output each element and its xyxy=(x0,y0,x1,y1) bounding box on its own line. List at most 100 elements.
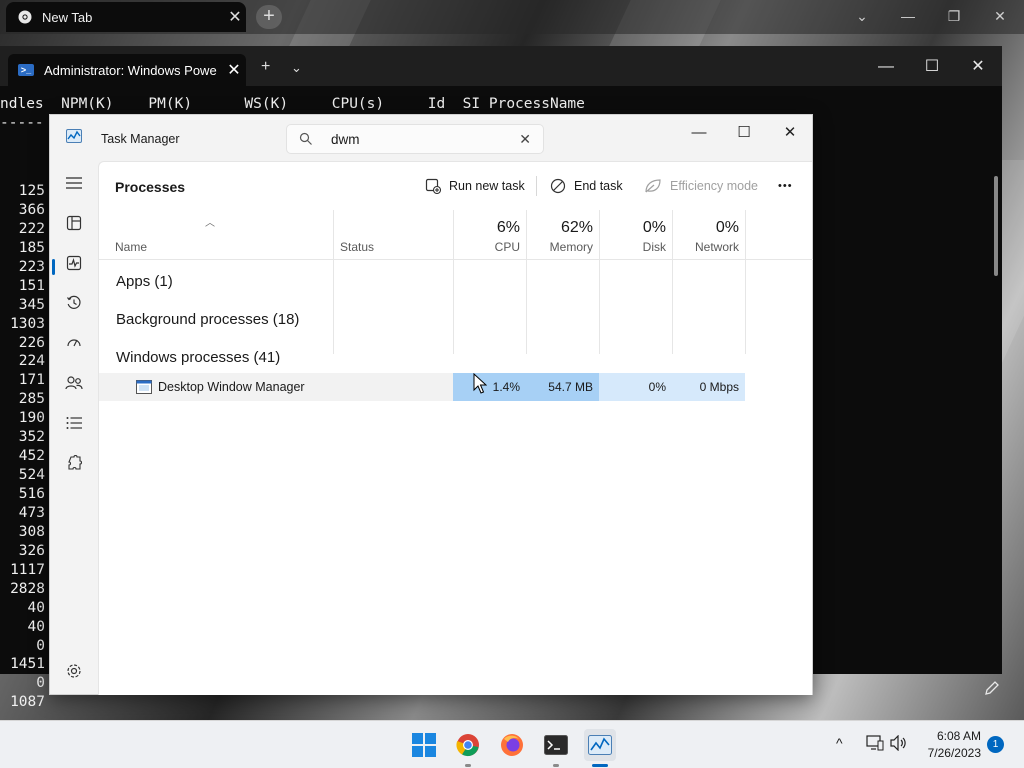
nav-app-history-icon[interactable] xyxy=(58,287,90,319)
efficiency-mode-button[interactable]: Efficiency mode xyxy=(644,174,758,198)
column-header-network-pct[interactable]: 0% xyxy=(672,219,739,237)
terminal-handle-value: 125 xyxy=(18,183,45,199)
efficiency-mode-label: Efficiency mode xyxy=(670,179,759,193)
terminal-handle-value: 524 xyxy=(18,467,45,484)
terminal-icon xyxy=(544,735,568,755)
chrome-minimize-button[interactable]: — xyxy=(888,4,928,28)
page-title: Processes xyxy=(115,179,186,195)
nav-processes-icon[interactable] xyxy=(58,207,90,239)
run-new-task-label: Run new task xyxy=(449,179,525,193)
notification-badge[interactable]: 1 xyxy=(987,736,1004,753)
show-hidden-icons-chevron-icon[interactable]: ^ xyxy=(836,735,843,751)
chrome-tab-close-icon[interactable]: ✕ xyxy=(224,7,246,27)
search-box[interactable]: ✕ xyxy=(286,124,544,154)
terminal-handle-value: 2828 xyxy=(10,580,45,597)
hamburger-menu-icon[interactable] xyxy=(58,167,90,199)
volume-icon[interactable] xyxy=(890,735,908,751)
terminal-handle-value: 516 xyxy=(18,486,45,502)
chrome-running-indicator xyxy=(465,764,471,767)
nav-startup-apps-icon[interactable] xyxy=(58,327,90,359)
taskbar-chrome[interactable] xyxy=(452,729,484,761)
chrome-close-button[interactable]: ✕ xyxy=(980,4,1020,28)
task-manager-icon xyxy=(588,735,612,755)
nav-performance-icon[interactable] xyxy=(58,247,90,279)
terminal-handle-value: 185 xyxy=(18,239,45,256)
terminal-scrollbar[interactable] xyxy=(994,176,998,276)
group-windows-processes[interactable]: Windows processes (41) xyxy=(116,349,280,366)
run-new-task-button[interactable]: Run new task xyxy=(425,174,525,198)
terminal-new-tab-button[interactable]: + xyxy=(261,58,270,76)
task-manager-active-indicator xyxy=(592,764,608,767)
terminal-maximize-button[interactable]: ☐ xyxy=(909,54,955,80)
terminal-handle-value: 1087 xyxy=(10,694,45,711)
start-button[interactable] xyxy=(408,729,440,761)
end-task-button[interactable]: End task xyxy=(550,174,623,198)
terminal-tab-close-icon[interactable]: ✕ xyxy=(222,60,246,80)
clock-time[interactable]: 6:08 AM xyxy=(908,729,981,743)
search-input[interactable] xyxy=(331,130,511,148)
terminal-handle-value: 223 xyxy=(18,258,45,275)
powershell-icon: >_ xyxy=(18,64,34,76)
task-manager-minimize-button[interactable]: — xyxy=(676,119,722,147)
settings-gear-icon[interactable] xyxy=(58,655,90,687)
terminal-dropdown-icon[interactable]: ⌄ xyxy=(291,60,302,76)
chrome-tab-title: New Tab xyxy=(42,9,93,25)
table-row[interactable]: Desktop Window Manager 1.4% 54.7 MB 0% 0… xyxy=(99,373,745,401)
terminal-handle-value: 151 xyxy=(18,277,45,294)
chrome-dropdown-icon[interactable]: ⌄ xyxy=(842,4,882,28)
terminal-handle-value: 224 xyxy=(18,353,45,370)
column-header-status[interactable]: Status xyxy=(340,240,374,254)
taskbar: ^ 6:08 AM 7/26/2023 1 xyxy=(0,720,1024,768)
firefox-icon xyxy=(501,734,523,756)
taskbar-task-manager[interactable] xyxy=(584,729,616,761)
terminal-handle-value: 190 xyxy=(18,410,45,427)
process-memory: 54.7 MB xyxy=(526,373,599,401)
terminal-handle-value: 285 xyxy=(18,391,45,408)
column-header-memory-pct[interactable]: 62% xyxy=(526,219,593,237)
chrome-tab[interactable]: New Tab ✕ xyxy=(6,2,246,32)
column-header-name[interactable]: Name xyxy=(115,240,147,254)
terminal-minimize-button[interactable]: — xyxy=(863,54,909,80)
terminal-handle-value: 0 xyxy=(36,637,45,654)
chrome-new-tab-button[interactable]: + xyxy=(256,5,282,29)
pen-icon[interactable] xyxy=(984,680,1000,696)
nav-details-icon[interactable] xyxy=(58,407,90,439)
terminal-handle-value: 366 xyxy=(18,201,45,218)
leaf-icon xyxy=(645,179,661,193)
column-header-cpu-pct[interactable]: 6% xyxy=(453,219,520,237)
terminal-tab[interactable]: >_ Administrator: Windows Powe ✕ xyxy=(8,54,246,86)
taskbar-terminal[interactable] xyxy=(540,729,572,761)
terminal-handle-value: 345 xyxy=(18,296,45,313)
end-task-icon xyxy=(550,178,566,194)
task-manager-maximize-button[interactable]: ☐ xyxy=(721,119,767,147)
chrome-maximize-button[interactable]: ❐ xyxy=(934,4,974,28)
nav-users-icon[interactable] xyxy=(58,367,90,399)
nav-services-icon[interactable] xyxy=(58,447,90,479)
nav-active-indicator xyxy=(52,259,55,275)
task-manager-app-icon xyxy=(66,129,82,143)
column-header-disk[interactable]: Disk xyxy=(599,240,666,254)
end-task-label: End task xyxy=(574,179,623,193)
taskbar-firefox[interactable] xyxy=(496,729,528,761)
terminal-handles-column: 125 366 222 185 223 151 345 1303 226 224 171 285 190… xyxy=(0,182,45,712)
task-manager-window: Task Manager ✕ — ☐ ✕ xyxy=(49,114,813,695)
column-header-network[interactable]: Network xyxy=(672,240,739,254)
terminal-close-button[interactable]: ✕ xyxy=(955,54,1001,80)
clock-date[interactable]: 7/26/2023 xyxy=(908,746,981,760)
group-apps[interactable]: Apps (1) xyxy=(116,273,173,290)
task-manager-close-button[interactable]: ✕ xyxy=(767,119,813,147)
terminal-handle-value: 1117 xyxy=(10,561,45,578)
chrome-icon xyxy=(456,734,479,757)
terminal-handle-value: 1303 xyxy=(10,315,45,332)
column-header-cpu[interactable]: CPU xyxy=(453,240,520,254)
column-header-disk-pct[interactable]: 0% xyxy=(599,219,666,237)
column-header-memory[interactable]: Memory xyxy=(526,240,593,254)
chrome-titlebar: New Tab ✕ + ⌄ — ❐ ✕ xyxy=(0,0,1024,34)
network-icon[interactable] xyxy=(866,735,884,751)
more-options-button[interactable]: ••• xyxy=(778,174,793,198)
terminal-handle-value: 473 xyxy=(18,504,45,521)
windows-logo-icon xyxy=(412,733,436,757)
group-background-processes[interactable]: Background processes (18) xyxy=(116,311,299,328)
clear-search-icon[interactable]: ✕ xyxy=(519,131,531,148)
terminal-handle-value: 222 xyxy=(18,220,45,237)
